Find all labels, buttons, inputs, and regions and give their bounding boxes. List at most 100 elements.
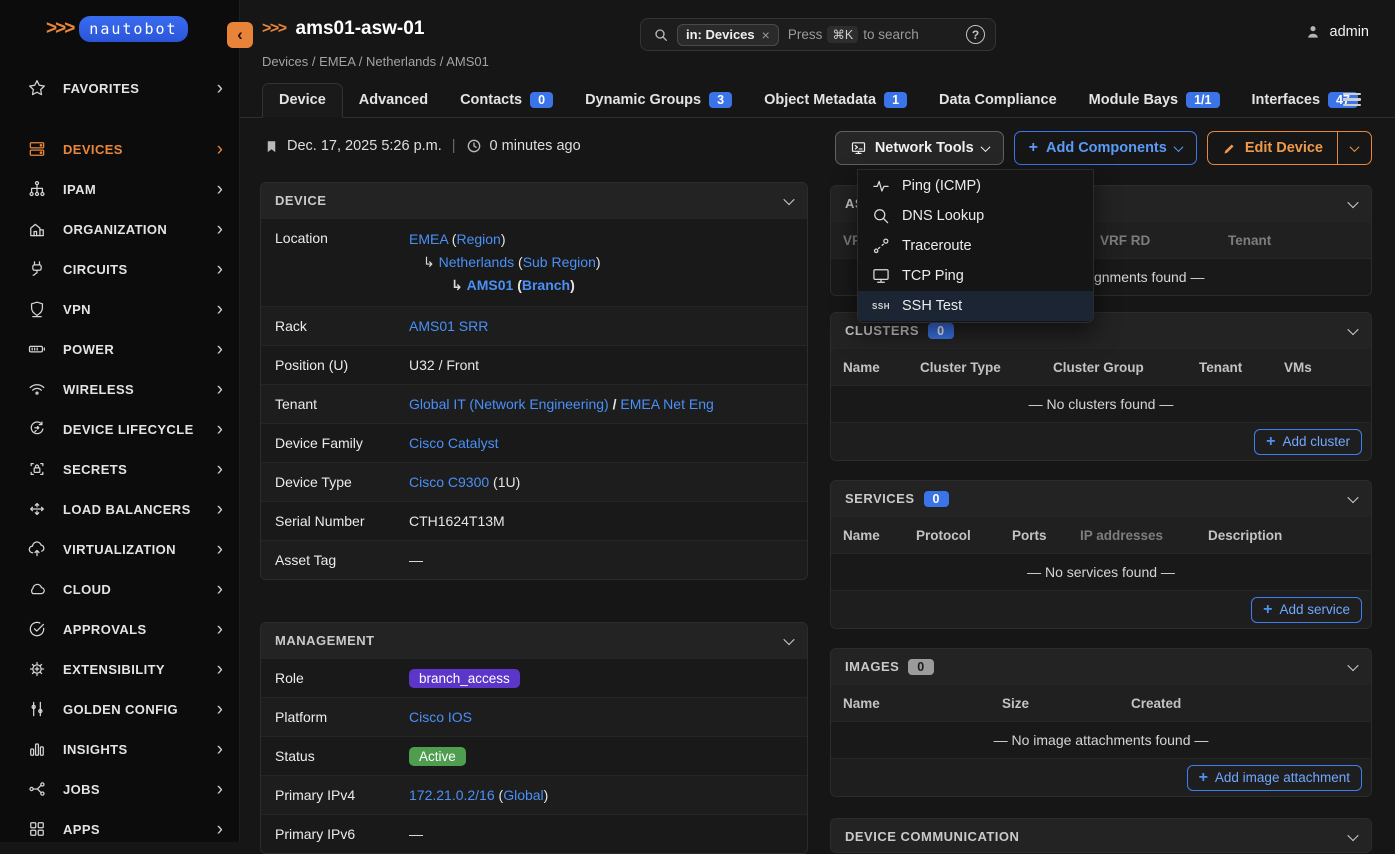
location-link[interactable]: AMS01 (467, 277, 514, 293)
sidebar-item-extensibility[interactable]: EXTENSIBILITY › (0, 649, 239, 689)
edit-device-label: Edit Device (1245, 140, 1323, 156)
search-input[interactable]: in: Devices × Press ⌘K to search (640, 18, 996, 51)
sidebar-item-jobs[interactable]: JOBS › (0, 769, 239, 809)
sidebar-item-vpn[interactable]: VPN › (0, 289, 239, 329)
sidebar-item-organization[interactable]: ORGANIZATION › (0, 209, 239, 249)
sidebar-item-secrets[interactable]: SECRETS › (0, 449, 239, 489)
menu-item-tcp-ping[interactable]: TCP Ping (858, 261, 1093, 291)
role-badge[interactable]: branch_access (409, 669, 520, 688)
row-label: Location (261, 228, 409, 246)
column-header-created[interactable]: Created (1131, 696, 1371, 711)
location-link[interactable]: EMEA (409, 231, 448, 247)
breadcrumb[interactable]: Devices / EMEA / Netherlands / AMS01 (262, 54, 489, 69)
sidebar-item-power[interactable]: POWER › (0, 329, 239, 369)
location-type-link[interactable]: Region (452, 231, 506, 247)
location-link[interactable]: Netherlands (439, 254, 515, 270)
sidebar-item-cloud[interactable]: CLOUD › (0, 569, 239, 609)
tab-count-badge: 1 (884, 92, 907, 108)
column-header-name[interactable]: Name (843, 528, 916, 543)
tab-advanced[interactable]: Advanced (343, 84, 444, 117)
collapse-panel-icon[interactable] (1349, 196, 1357, 211)
column-header-vms[interactable]: VMs (1284, 360, 1371, 375)
collapse-panel-icon[interactable] (785, 633, 793, 648)
sidebar-item-label: JOBS (63, 782, 100, 797)
platform-link[interactable]: Cisco IOS (409, 709, 472, 725)
collapse-panel-icon[interactable] (1349, 659, 1357, 674)
menu-item-traceroute[interactable]: Traceroute (858, 231, 1093, 261)
sidebar-item-virtualization[interactable]: VIRTUALIZATION › (0, 529, 239, 569)
column-header-size[interactable]: Size (1002, 696, 1131, 711)
sidebar-item-wireless[interactable]: WIRELESS › (0, 369, 239, 409)
column-header-cluster-type[interactable]: Cluster Type (920, 360, 1053, 375)
nautobot-logo[interactable]: >>> nautobot (0, 0, 239, 42)
menu-item-ping-icmp-[interactable]: Ping (ICMP) (858, 171, 1093, 201)
chevron-down-icon (1350, 142, 1360, 152)
sidebar-item-approvals[interactable]: APPROVALS › (0, 609, 239, 649)
collapse-panel-icon[interactable] (785, 193, 793, 208)
namespace-link[interactable]: Global (499, 787, 549, 803)
add-service-button[interactable]: +Add service (1251, 597, 1362, 623)
primary-ipv4-link[interactable]: 172.21.0.2/16 (409, 787, 495, 803)
terminal-icon (850, 140, 867, 157)
separator: | (452, 138, 456, 154)
column-header-protocol[interactable]: Protocol (916, 528, 1012, 543)
tab-module-bays[interactable]: Module Bays 1/1 (1073, 84, 1236, 117)
edit-device-dropdown-button[interactable] (1337, 132, 1371, 164)
sidebar-item-devices[interactable]: DEVICES › (0, 129, 239, 169)
tab-object-metadata[interactable]: Object Metadata 1 (748, 84, 923, 117)
device-type-link[interactable]: Cisco C9300 (409, 474, 489, 490)
sidebar-item-device-lifecycle[interactable]: DEVICE LIFECYCLE › (0, 409, 239, 449)
user-menu[interactable]: admin (1304, 23, 1370, 41)
tenant-link[interactable]: EMEA Net Eng (620, 396, 713, 412)
tenant-group-link[interactable]: Global IT (Network Engineering) (409, 396, 609, 412)
location-type-link[interactable]: Sub Region (518, 254, 601, 270)
clock-icon (466, 138, 482, 154)
images-count-badge: 0 (908, 659, 933, 675)
sidebar-collapse-button[interactable]: ‹ (227, 22, 253, 48)
menu-item-dns-lookup[interactable]: DNS Lookup (858, 201, 1093, 231)
edit-device-button[interactable]: Edit Device (1208, 132, 1337, 164)
chip-close-icon[interactable]: × (762, 27, 770, 43)
search-filter-chip[interactable]: in: Devices × (677, 24, 779, 46)
collapse-panel-icon[interactable] (1349, 491, 1357, 506)
row-label: Position (U) (261, 357, 409, 373)
ssh-icon: SSH (872, 302, 890, 311)
help-icon[interactable] (966, 25, 985, 44)
chevron-down-icon (1173, 142, 1183, 152)
tab-contacts[interactable]: Contacts 0 (444, 84, 569, 117)
column-header-name[interactable]: Name (843, 696, 1002, 711)
menu-item-ssh-test[interactable]: SSH SSH Test (858, 291, 1093, 321)
sidebar-item-label: GOLDEN CONFIG (63, 702, 178, 717)
status-badge[interactable]: Active (409, 747, 466, 766)
device-lifecycle-icon (26, 418, 48, 440)
add-image-attachment-button[interactable]: +Add image attachment (1187, 765, 1362, 791)
tab-device[interactable]: Device (262, 83, 343, 118)
column-header-name[interactable]: Name (843, 360, 920, 375)
sidebar-item-load-balancers[interactable]: LOAD BALANCERS › (0, 489, 239, 529)
network-tools-button[interactable]: Network Tools (835, 131, 1004, 165)
sidebar-item-label: VPN (63, 302, 91, 317)
position-value: U32 / Front (409, 357, 807, 373)
tab-overflow-menu-icon[interactable] (1343, 93, 1361, 106)
device-family-link[interactable]: Cisco Catalyst (409, 435, 498, 451)
column-header-cluster-group[interactable]: Cluster Group (1053, 360, 1199, 375)
tab-data-compliance[interactable]: Data Compliance (923, 84, 1073, 117)
rack-link[interactable]: AMS01 SRR (409, 318, 488, 334)
tab-dynamic-groups[interactable]: Dynamic Groups 3 (569, 84, 748, 117)
services-title: SERVICES (845, 491, 915, 506)
sidebar-item-favorites[interactable]: FAVORITES › (0, 68, 239, 108)
sidebar-item-golden-config[interactable]: GOLDEN CONFIG › (0, 689, 239, 729)
tab-label: Advanced (359, 92, 428, 108)
collapse-panel-icon[interactable] (1349, 323, 1357, 338)
column-header-tenant[interactable]: Tenant (1199, 360, 1284, 375)
column-header-description[interactable]: Description (1208, 528, 1371, 543)
column-header-ports[interactable]: Ports (1012, 528, 1080, 543)
location-type-link[interactable]: Branch (517, 277, 575, 293)
sidebar-item-insights[interactable]: INSIGHTS › (0, 729, 239, 769)
add-components-button[interactable]: + Add Components (1014, 131, 1197, 165)
sidebar-item-ipam[interactable]: IPAM › (0, 169, 239, 209)
sidebar-item-circuits[interactable]: CIRCUITS › (0, 249, 239, 289)
sidebar-item-apps[interactable]: APPS › (0, 809, 239, 849)
add-cluster-button[interactable]: +Add cluster (1254, 429, 1362, 455)
chevron-right-icon: › (217, 740, 223, 759)
